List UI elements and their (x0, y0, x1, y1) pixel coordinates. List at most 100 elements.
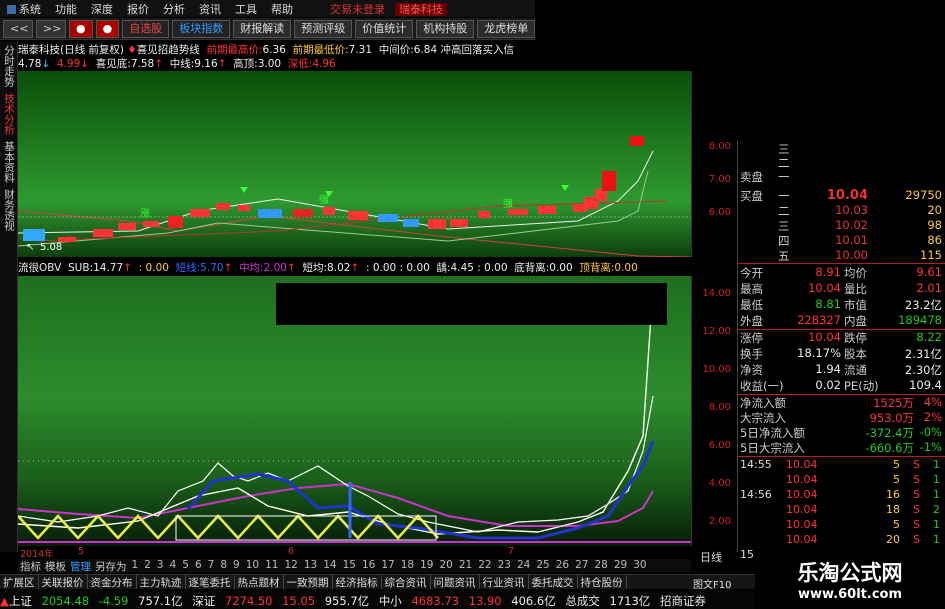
price-tick-7: 7.00 (708, 174, 731, 185)
total-amount: 1713亿 (609, 594, 651, 608)
tab-num[interactable]: 1 (129, 559, 142, 573)
tab-num[interactable]: 26 (553, 559, 572, 573)
period-daily[interactable]: 日线 (700, 549, 722, 565)
tab-num[interactable]: 20 (436, 559, 455, 573)
tab-save-as[interactable]: 另存为 (93, 559, 129, 573)
menu-tools[interactable]: 工具 (228, 1, 264, 17)
tab-num[interactable]: 9 (230, 559, 243, 573)
time-month-5: 5 (78, 546, 85, 557)
tab-manage[interactable]: 管理 (68, 559, 93, 573)
toolbar: << >> ● ● 自选股 板块指数 财报解读 预测评级 价值统计 机构持股 龙… (0, 18, 536, 40)
buy-row-4[interactable]: 四 10.01 86 (738, 233, 945, 248)
tab-num[interactable]: 2 (141, 559, 154, 573)
forecast-button[interactable]: 预测评级 (294, 19, 353, 38)
tab-num[interactable]: 17 (378, 559, 397, 573)
tab-num[interactable]: 14 (320, 559, 339, 573)
buy-vol: 115 (920, 248, 942, 262)
site-watermark: 乐淘公式网 www.60lt.com (755, 552, 945, 609)
tab-num[interactable]: 30 (630, 559, 649, 573)
f10-button[interactable]: 图文F10 (693, 576, 731, 591)
tab-intraday[interactable]: 分时走势 (0, 42, 17, 90)
tab-finance[interactable]: 财务透视 (0, 186, 17, 234)
total-label: 总成交 (565, 594, 600, 608)
sell-row-3[interactable]: 三 (738, 141, 945, 156)
trade-status[interactable]: 交易未登录 瑞泰科技 (330, 1, 447, 17)
tab-num[interactable]: 5 (179, 559, 192, 573)
tab-num[interactable]: 6 (192, 559, 205, 573)
sector-index-button[interactable]: 板块指数 (172, 19, 231, 38)
tab-num[interactable]: 13 (301, 559, 320, 573)
tab-num[interactable]: 10 (243, 559, 262, 573)
menu-news[interactable]: 资讯 (192, 1, 228, 17)
quote-row: 换手 18.17% 股本 2.31亿 (740, 346, 942, 361)
menu-function[interactable]: 功能 (48, 1, 84, 17)
left-tabs: 分时走势 技术分析 基本资料 财务透视 (0, 42, 18, 552)
sell-row-2[interactable]: 二 (738, 155, 945, 170)
tab-template[interactable]: 模板 (43, 559, 68, 573)
signal-label-3: 强 (503, 198, 513, 210)
tab-num[interactable]: 19 (417, 559, 436, 573)
tab-num[interactable]: 3 (154, 559, 167, 573)
buy-label: 买盘 (740, 189, 763, 203)
tab-indicator[interactable]: 指标 (18, 559, 43, 573)
func-holdings[interactable]: 持仓股份 (578, 575, 627, 589)
sz-amount: 955.7亿 (324, 594, 370, 608)
red-action-button-2[interactable]: ● (95, 19, 120, 38)
indicator-axis: 14.00 12.00 10.00 8.00 6.00 4.00 2.00 (691, 276, 737, 546)
func-hot-topics[interactable]: 热点题材 (235, 575, 284, 589)
report-button[interactable]: 财报解读 (233, 19, 292, 38)
tab-num[interactable]: 18 (398, 559, 417, 573)
buy-row-5[interactable]: 五 10.00 115 (738, 248, 945, 263)
value-stats-button[interactable]: 价值统计 (355, 19, 414, 38)
tab-num[interactable]: 4 (167, 559, 180, 573)
func-industry[interactable]: 行业资讯 (480, 575, 529, 589)
func-related-quote[interactable]: 关联报价 (39, 575, 88, 589)
tab-num[interactable]: 7 (205, 559, 218, 573)
buy-row-2[interactable]: 二 10.03 20 (738, 203, 945, 218)
func-news[interactable]: 综合资讯 (382, 575, 431, 589)
menu-system[interactable]: 系统 (0, 1, 48, 17)
candlestick-chart[interactable]: 涨 强 强 ↖ 5.08 (17, 71, 692, 258)
func-main-track[interactable]: 主力轨迹 (137, 575, 186, 589)
func-order-detail[interactable]: 逐笔委托 (186, 575, 235, 589)
tab-num[interactable]: 21 (456, 559, 475, 573)
watchlist-button[interactable]: 自选股 (122, 19, 170, 38)
tab-num[interactable]: 27 (572, 559, 591, 573)
tab-num[interactable]: 12 (281, 559, 300, 573)
func-question[interactable]: 问题资讯 (431, 575, 480, 589)
buy-row-3[interactable]: 三 10.02 98 (738, 218, 945, 233)
func-trades[interactable]: 委托成交 (529, 575, 578, 589)
tab-num[interactable]: 25 (533, 559, 552, 573)
value-a: : 0.00 (138, 262, 169, 274)
tab-num[interactable]: 22 (475, 559, 494, 573)
mid-value: 6.84 (413, 44, 438, 56)
sh-amount: 757.1亿 (138, 594, 183, 608)
menu-depth[interactable]: 深度 (84, 1, 120, 17)
tab-num[interactable]: 23 (495, 559, 514, 573)
func-econ[interactable]: 经济指标 (333, 575, 382, 589)
dragon-tiger-button[interactable]: 龙虎榜单 (477, 19, 536, 38)
tab-num[interactable]: 8 (217, 559, 230, 573)
red-action-button-1[interactable]: ● (69, 19, 93, 38)
tab-technical[interactable]: 技术分析 (0, 90, 17, 138)
tab-num[interactable]: 15 (340, 559, 359, 573)
institution-button[interactable]: 机构持股 (416, 19, 475, 38)
tab-num[interactable]: 16 (359, 559, 378, 573)
buy-row-1[interactable]: 买盘 一 10.04 29750 (738, 188, 945, 203)
menu-help[interactable]: 帮助 (264, 1, 300, 17)
func-expand[interactable]: 扩展区 (0, 575, 39, 589)
indicator-name[interactable]: 流很OBV (18, 262, 61, 274)
tab-basic-info[interactable]: 基本资料 (0, 138, 17, 186)
tab-num[interactable]: 28 (591, 559, 610, 573)
sz-index: 7274.50 (224, 594, 273, 608)
tab-num[interactable]: 11 (262, 559, 281, 573)
tab-num[interactable]: 24 (514, 559, 533, 573)
tab-num[interactable]: 29 (611, 559, 630, 573)
func-consensus[interactable]: 一致预期 (284, 575, 333, 589)
sell-row-1[interactable]: 卖盘一 (738, 169, 945, 184)
func-fund-dist[interactable]: 资金分布 (88, 575, 137, 589)
back-button[interactable]: << (3, 19, 33, 38)
menu-analysis[interactable]: 分析 (156, 1, 192, 17)
menu-quote[interactable]: 报价 (120, 1, 156, 17)
forward-button[interactable]: >> (36, 19, 66, 38)
